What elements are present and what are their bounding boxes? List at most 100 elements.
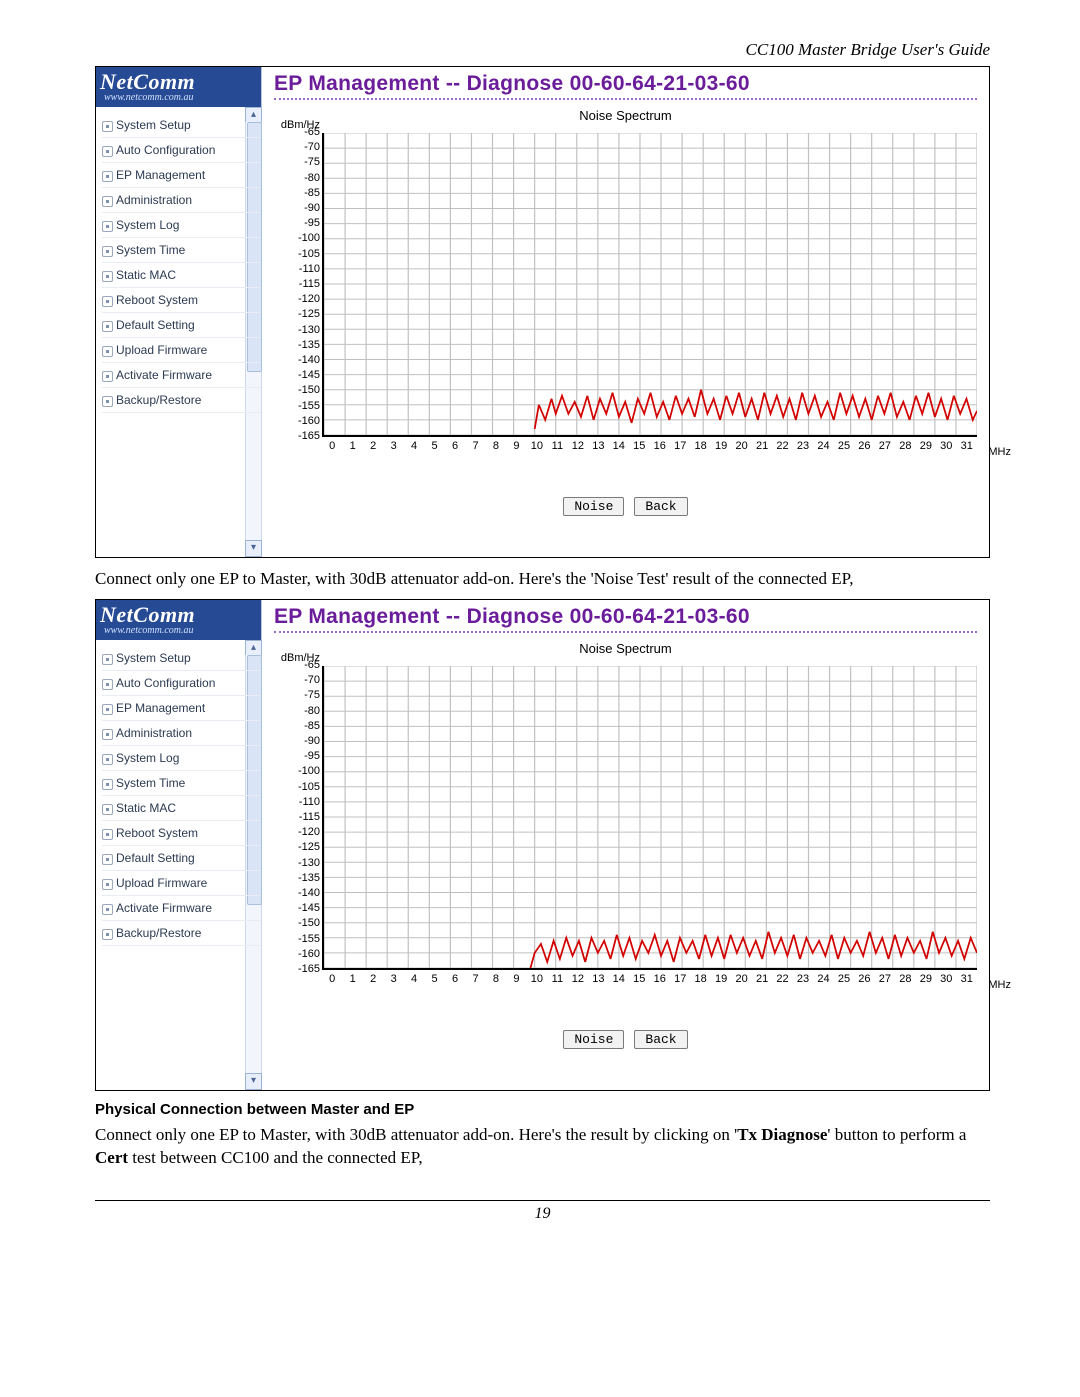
x-tick: 6 (445, 973, 465, 991)
sidebar-item[interactable]: System Setup (102, 113, 261, 138)
scroll-down-icon[interactable]: ▾ (245, 540, 262, 557)
x-tick: 23 (793, 440, 813, 458)
x-tick: 12 (568, 973, 588, 991)
y-tick: -125 (274, 841, 320, 853)
y-tick: -150 (274, 384, 320, 396)
y-tick: -65 (274, 659, 320, 671)
title-underline (274, 98, 977, 100)
sidebar-item[interactable]: System Time (102, 771, 261, 796)
x-tick: 19 (711, 973, 731, 991)
y-tick: -110 (274, 263, 320, 275)
x-tick: 0 (322, 440, 342, 458)
x-tick: 8 (486, 440, 506, 458)
sidebar-item[interactable]: Reboot System (102, 821, 261, 846)
sidebar-item[interactable]: Upload Firmware (102, 338, 261, 363)
x-tick: 16 (650, 440, 670, 458)
sidebar-item[interactable]: EP Management (102, 163, 261, 188)
y-tick: -105 (274, 781, 320, 793)
y-tick: -105 (274, 248, 320, 260)
caption-2c: ' button to perform a (827, 1125, 966, 1144)
x-tick: 8 (486, 973, 506, 991)
x-tick: 30 (936, 973, 956, 991)
x-unit: MHz (988, 979, 1011, 991)
sidebar-item[interactable]: Static MAC (102, 263, 261, 288)
y-tick: -135 (274, 872, 320, 884)
x-tick: 26 (854, 973, 874, 991)
brand-logo: NetComm www.netcomm.com.au (96, 600, 261, 640)
sidebar-item[interactable]: Administration (102, 188, 261, 213)
sidebar-item[interactable]: Auto Configuration (102, 671, 261, 696)
sidebar-item[interactable]: Static MAC (102, 796, 261, 821)
sidebar-item[interactable]: Activate Firmware (102, 363, 261, 388)
y-tick: -155 (274, 933, 320, 945)
y-tick: -65 (274, 126, 320, 138)
sidebar-item[interactable]: EP Management (102, 696, 261, 721)
y-tick: -115 (274, 278, 320, 290)
x-tick: 11 (547, 440, 567, 458)
sidebar-item[interactable]: System Setup (102, 646, 261, 671)
noise-button[interactable]: Noise (563, 1030, 624, 1049)
y-tick: -100 (274, 765, 320, 777)
x-tick: 21 (752, 440, 772, 458)
x-unit: MHz (988, 446, 1011, 458)
nav-list: System SetupAuto ConfigurationEP Managem… (96, 113, 261, 413)
y-tick: -130 (274, 857, 320, 869)
back-button[interactable]: Back (634, 1030, 687, 1049)
nav-list: System SetupAuto ConfigurationEP Managem… (96, 646, 261, 946)
y-tick: -140 (274, 887, 320, 899)
x-tick: 15 (629, 440, 649, 458)
x-tick: 7 (465, 973, 485, 991)
caption-1-text: Connect only one EP to Master, with 30dB… (95, 569, 853, 588)
sidebar-item[interactable]: System Log (102, 746, 261, 771)
x-tick: 24 (813, 973, 833, 991)
sidebar-item[interactable]: Upload Firmware (102, 871, 261, 896)
x-tick: 5 (424, 440, 444, 458)
x-tick: 21 (752, 973, 772, 991)
caption-2d: Cert (95, 1148, 128, 1167)
sidebar-item[interactable]: Activate Firmware (102, 896, 261, 921)
x-tick: 11 (547, 973, 567, 991)
sidebar-item[interactable]: Default Setting (102, 846, 261, 871)
noise-chart-2: dBm/Hz 012345678910111213141516171819202… (322, 666, 977, 988)
y-tick: -85 (274, 720, 320, 732)
x-tick: 10 (527, 973, 547, 991)
caption-2: Connect only one EP to Master, with 30dB… (95, 1124, 990, 1170)
footer-rule (95, 1200, 990, 1201)
x-tick: 3 (383, 973, 403, 991)
main-panel: EP Management -- Diagnose 00-60-64-21-03… (262, 600, 989, 1090)
sidebar-item[interactable]: Default Setting (102, 313, 261, 338)
y-tick: -145 (274, 902, 320, 914)
x-tick: 28 (895, 973, 915, 991)
chart-title: Noise Spectrum (274, 108, 977, 123)
sidebar-item[interactable]: Backup/Restore (102, 921, 261, 946)
x-tick: 4 (404, 440, 424, 458)
y-tick: -90 (274, 202, 320, 214)
caption-1: Connect only one EP to Master, with 30dB… (95, 568, 990, 591)
sidebar-item[interactable]: Administration (102, 721, 261, 746)
scroll-down-icon[interactable]: ▾ (245, 1073, 262, 1090)
y-tick: -70 (274, 141, 320, 153)
sidebar: NetComm www.netcomm.com.au ▴ ▾ System Se… (96, 600, 262, 1090)
sidebar-item[interactable]: System Log (102, 213, 261, 238)
y-tick: -80 (274, 172, 320, 184)
x-tick: 7 (465, 440, 485, 458)
noise-button[interactable]: Noise (563, 497, 624, 516)
x-tick: 25 (834, 973, 854, 991)
sidebar-item[interactable]: Auto Configuration (102, 138, 261, 163)
y-tick: -160 (274, 948, 320, 960)
y-tick: -120 (274, 826, 320, 838)
x-tick: 9 (506, 440, 526, 458)
back-button[interactable]: Back (634, 497, 687, 516)
sidebar-item[interactable]: Backup/Restore (102, 388, 261, 413)
x-tick: 20 (731, 973, 751, 991)
x-tick: 0 (322, 973, 342, 991)
document-header: CC100 Master Bridge User's Guide (95, 40, 990, 60)
x-tick: 10 (527, 440, 547, 458)
sidebar-item[interactable]: Reboot System (102, 288, 261, 313)
x-tick: 2 (363, 440, 383, 458)
y-tick: -165 (274, 430, 320, 442)
sidebar-item[interactable]: System Time (102, 238, 261, 263)
y-tick: -100 (274, 232, 320, 244)
y-tick: -135 (274, 339, 320, 351)
y-tick: -160 (274, 415, 320, 427)
